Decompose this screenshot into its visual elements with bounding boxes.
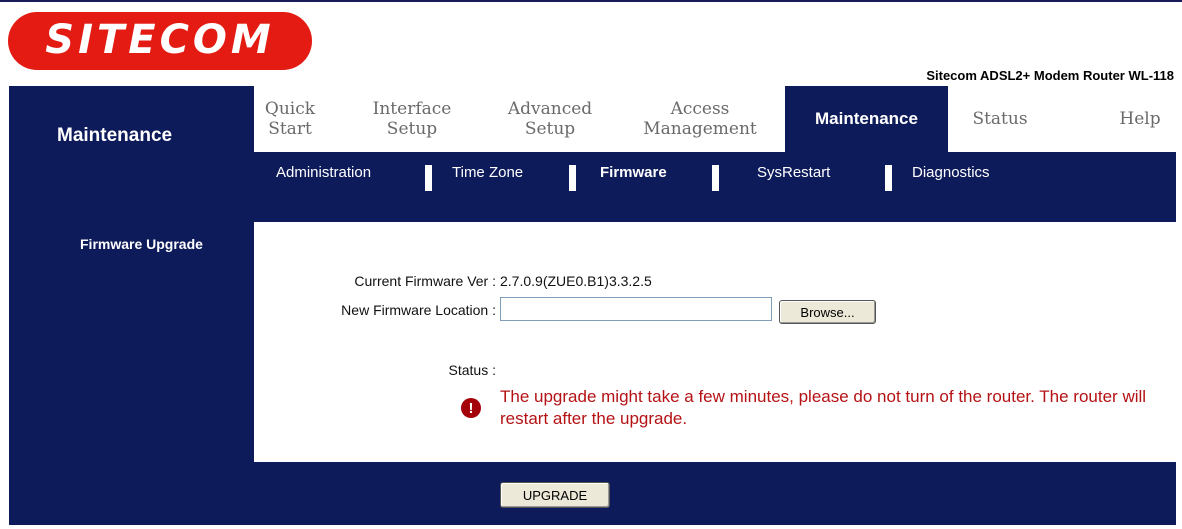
subtab-separator <box>885 165 892 191</box>
sitecom-logo: SITECOM <box>8 12 312 70</box>
current-firmware-label: Current Firmware Ver : <box>354 273 496 289</box>
status-label: Status : <box>448 362 496 378</box>
subtab-firmware[interactable]: Firmware <box>600 164 667 181</box>
footer-bar: UPGRADE <box>9 462 1176 525</box>
sub-tabs: Administration Time Zone Firmware SysRes… <box>254 152 1176 222</box>
tab-access-management[interactable]: Access Management <box>632 86 768 152</box>
tab-interface-setup[interactable]: Interface Setup <box>362 86 462 152</box>
subtab-separator <box>425 165 432 191</box>
subtab-time-zone[interactable]: Time Zone <box>452 164 523 181</box>
section-header: Maintenance <box>9 86 254 222</box>
subtab-separator <box>712 165 719 191</box>
tab-status[interactable]: Status <box>960 86 1040 152</box>
upgrade-warning: The upgrade might take a few minutes, pl… <box>500 387 1147 428</box>
new-firmware-location-label: New Firmware Location : <box>341 302 496 318</box>
firmware-file-input[interactable] <box>500 297 772 321</box>
firmware-panel: Current Firmware Ver : 2.7.0.9(ZUE0.B1)3… <box>254 222 1176 462</box>
subtab-sysrestart[interactable]: SysRestart <box>757 164 830 181</box>
subtab-administration[interactable]: Administration <box>276 164 371 181</box>
section-title: Maintenance <box>57 125 173 146</box>
section-sidebar: Firmware Upgrade <box>9 222 254 462</box>
top-border <box>0 0 1182 2</box>
firmware-upgrade-heading: Firmware Upgrade <box>80 236 203 252</box>
tab-help[interactable]: Help <box>1110 86 1170 152</box>
router-model: Sitecom ADSL2+ Modem Router WL-118 <box>926 68 1174 83</box>
subtab-diagnostics[interactable]: Diagnostics <box>912 164 990 181</box>
tab-advanced-setup[interactable]: Advanced Setup <box>494 86 606 152</box>
browse-button[interactable]: Browse... <box>779 300 876 324</box>
main-tabs: Quick Start Interface Setup Advanced Set… <box>254 86 1176 152</box>
subtab-separator <box>569 165 576 191</box>
exclamation-icon: ! <box>461 398 481 418</box>
upgrade-button[interactable]: UPGRADE <box>500 482 610 508</box>
tab-maintenance[interactable]: Maintenance <box>785 86 948 152</box>
current-firmware-value: 2.7.0.9(ZUE0.B1)3.3.2.5 <box>500 273 652 289</box>
tab-quick-start[interactable]: Quick Start <box>254 86 326 152</box>
